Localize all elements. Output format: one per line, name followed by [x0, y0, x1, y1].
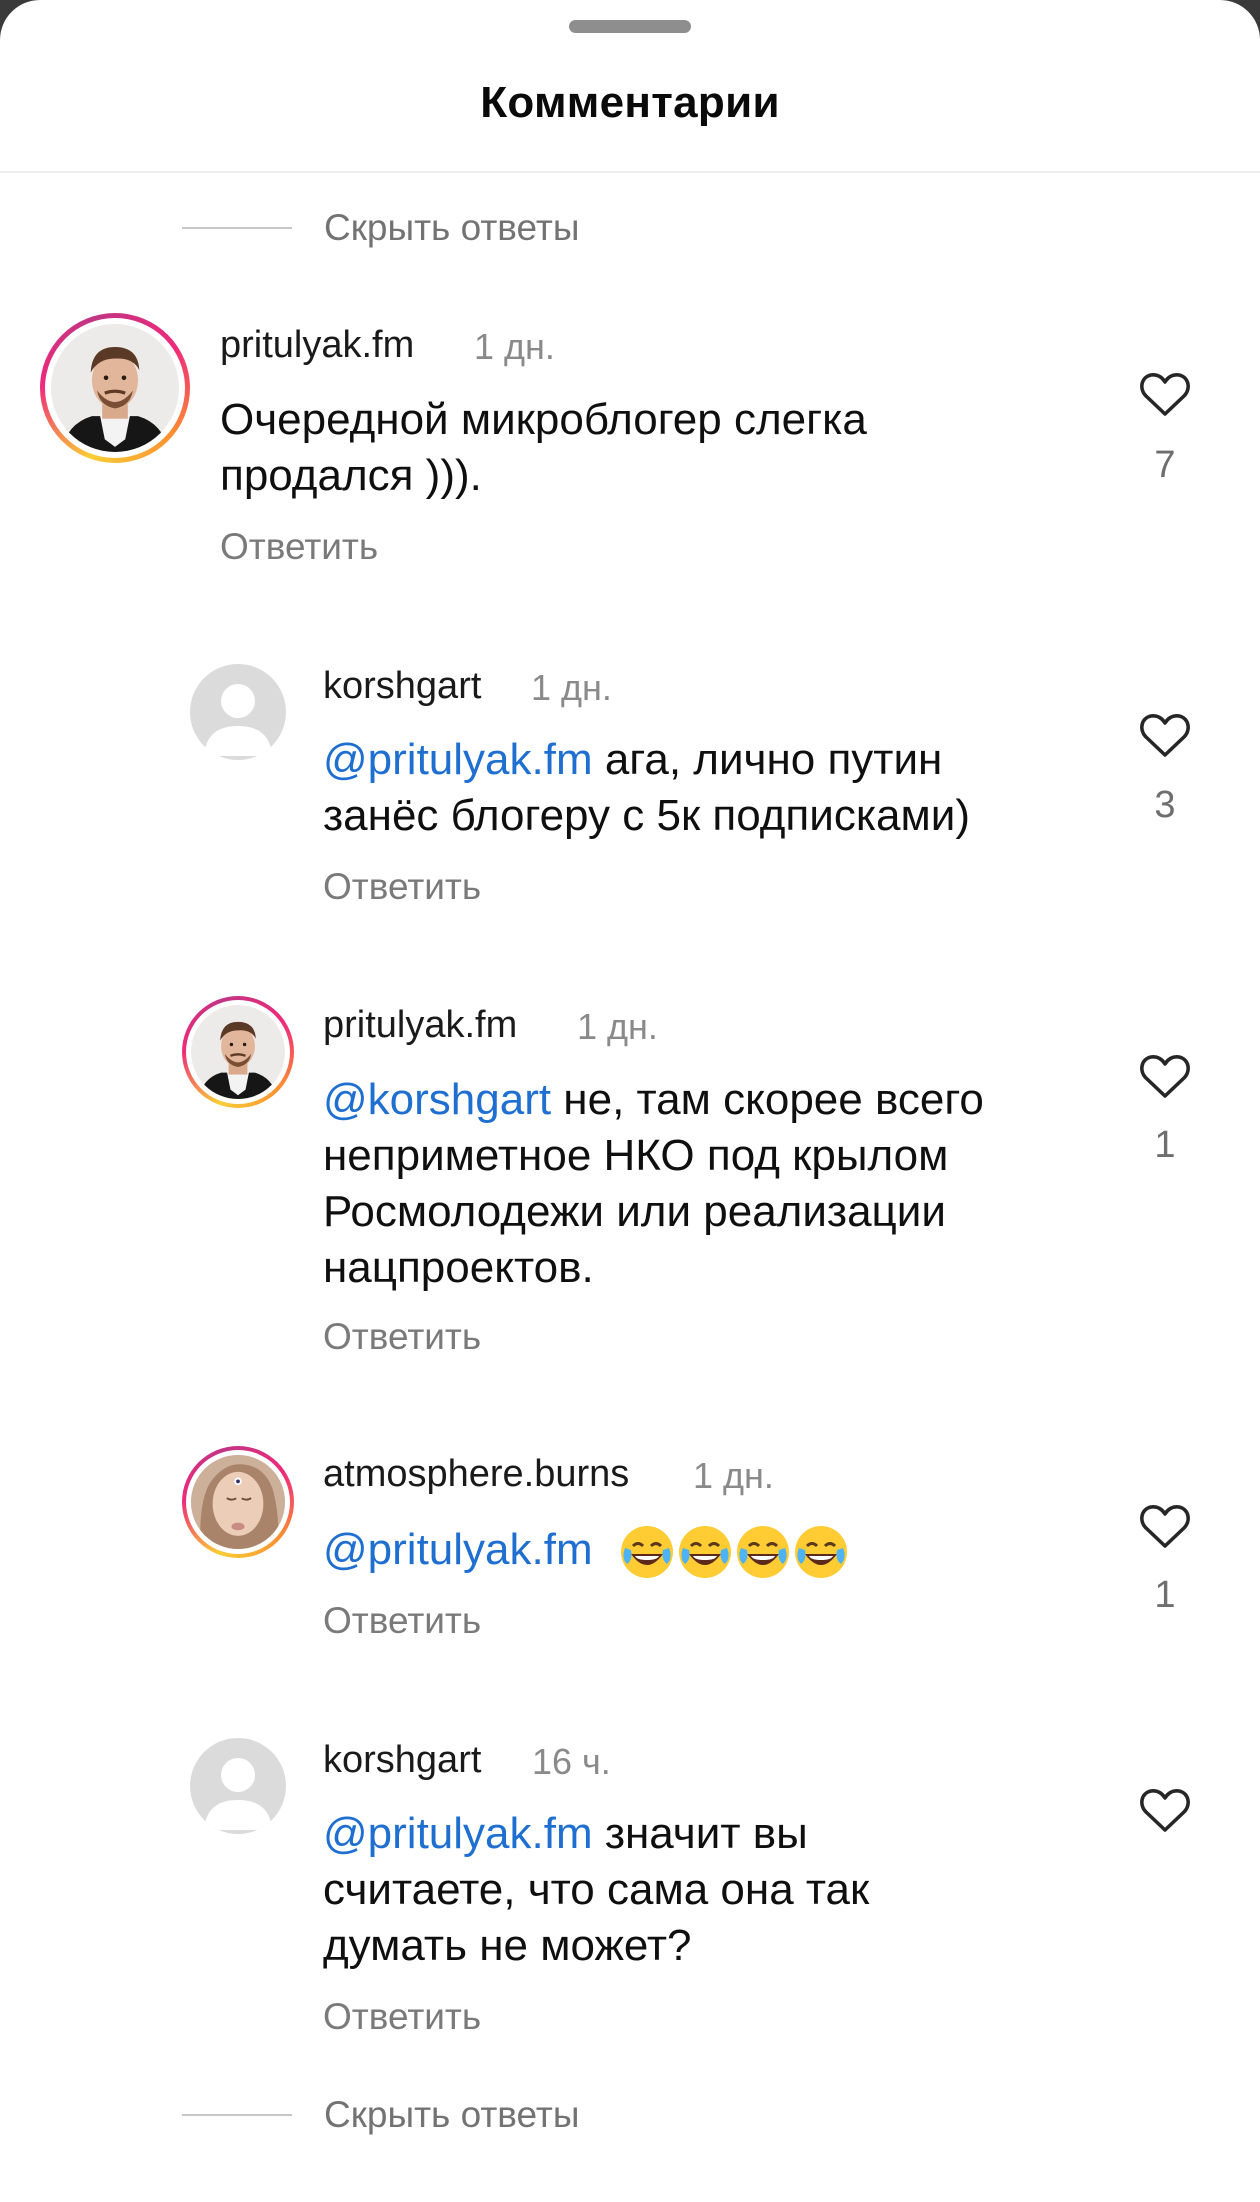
- comment-time: 1 дн.: [693, 1455, 774, 1496]
- like-count: 1: [1154, 1124, 1176, 1166]
- avatar[interactable]: [190, 1738, 286, 1834]
- comment-text-line: ага, лично путин: [592, 735, 943, 784]
- avatar-photo-man: [51, 324, 179, 452]
- heart-icon[interactable]: [1138, 369, 1192, 419]
- comment-username[interactable]: korshgart: [323, 665, 481, 708]
- comment-text-line: Росмолодежи или реализации: [323, 1187, 946, 1236]
- reply-button[interactable]: Ответить: [323, 1996, 481, 2038]
- hide-replies-line: [182, 2114, 292, 2116]
- mention-link[interactable]: @pritulyak.fm: [323, 1809, 593, 1858]
- like-count: 1: [1154, 1574, 1176, 1616]
- crying-laughing-emoji-icon: [794, 1526, 847, 1579]
- reply-button[interactable]: Ответить: [323, 1316, 481, 1358]
- comment-text-line: продался ))).: [220, 451, 482, 500]
- comment-text-line: неприметное НКО под крылом: [323, 1131, 949, 1180]
- hide-replies-line: [182, 227, 292, 229]
- avatar[interactable]: [40, 313, 190, 463]
- crying-laughing-emoji-icon: [620, 1526, 673, 1579]
- mention-link[interactable]: @korshgart: [323, 1075, 551, 1124]
- default-avatar-icon: [204, 1758, 272, 1830]
- heart-icon[interactable]: [1138, 1051, 1192, 1101]
- like-count: 3: [1154, 784, 1176, 826]
- reply-button[interactable]: Ответить: [323, 1600, 481, 1642]
- heart-icon[interactable]: [1138, 710, 1192, 760]
- hide-replies-button[interactable]: Скрыть ответы: [182, 2090, 579, 2140]
- avatar[interactable]: [190, 664, 286, 760]
- avatar-photo-woman: [191, 1455, 285, 1549]
- mention-link[interactable]: @pritulyak.fm: [323, 735, 593, 784]
- hide-replies-label: Скрыть ответы: [324, 207, 580, 248]
- mention-link[interactable]: @pritulyak.fm: [323, 1525, 593, 1574]
- emoji-row: [619, 1524, 849, 1580]
- comment-text: @pritulyak.fm ага, лично путин занёс бло…: [323, 732, 970, 844]
- comment-time: 1 дн.: [474, 326, 555, 367]
- reply-button[interactable]: Ответить: [220, 526, 378, 568]
- heart-icon[interactable]: [1138, 1501, 1192, 1551]
- crying-laughing-emoji-icon: [736, 1526, 789, 1579]
- comment-text-line: нацпроектов.: [323, 1243, 594, 1292]
- comment-time: 1 дн.: [531, 667, 612, 708]
- avatar-photo-man: [191, 1005, 285, 1099]
- comment-text: @pritulyak.fm значит вы считаете, что са…: [323, 1806, 869, 1974]
- comment-username[interactable]: pritulyak.fm: [220, 324, 414, 367]
- sheet-title: Комментарии: [480, 78, 780, 127]
- avatar[interactable]: [182, 996, 294, 1108]
- reply-button[interactable]: Ответить: [323, 866, 481, 908]
- like-count: 7: [1154, 444, 1176, 486]
- comment-text: @pritulyak.fm: [323, 1522, 849, 1580]
- comment-time: 1 дн.: [577, 1006, 658, 1047]
- default-avatar-icon: [204, 684, 272, 756]
- comment-username[interactable]: korshgart: [323, 1739, 481, 1782]
- comment-text: Очередной микроблогер слегка продался ))…: [220, 392, 867, 504]
- sheet-grabber-handle[interactable]: [569, 20, 691, 33]
- hide-replies-button[interactable]: Скрыть ответы: [182, 203, 579, 253]
- comments-sheet: Комментарии Скрыть ответы pritulyak.fm 1…: [0, 0, 1260, 2202]
- comment-username[interactable]: atmosphere.burns: [323, 1453, 629, 1496]
- comment-text-line: значит вы: [592, 1809, 808, 1858]
- crying-laughing-emoji-icon: [678, 1526, 731, 1579]
- comment-text: @korshgart не, там скорее всего непримет…: [323, 1072, 984, 1296]
- hide-replies-label: Скрыть ответы: [324, 2094, 580, 2135]
- header-divider: [0, 171, 1260, 173]
- comment-text-line: занёс блогеру с 5к подписками): [323, 791, 971, 840]
- comment-text-line: считаете, что сама она так: [323, 1865, 870, 1914]
- comment-text-line: не, там скорее всего: [551, 1075, 984, 1124]
- comment-username[interactable]: pritulyak.fm: [323, 1004, 517, 1047]
- avatar[interactable]: [182, 1446, 294, 1558]
- comment-time: 16 ч.: [532, 1741, 611, 1782]
- comment-text-line: Очередной микроблогер слегка: [220, 395, 867, 444]
- comment-text-line: думать не может?: [323, 1921, 692, 1970]
- heart-icon[interactable]: [1138, 1785, 1192, 1835]
